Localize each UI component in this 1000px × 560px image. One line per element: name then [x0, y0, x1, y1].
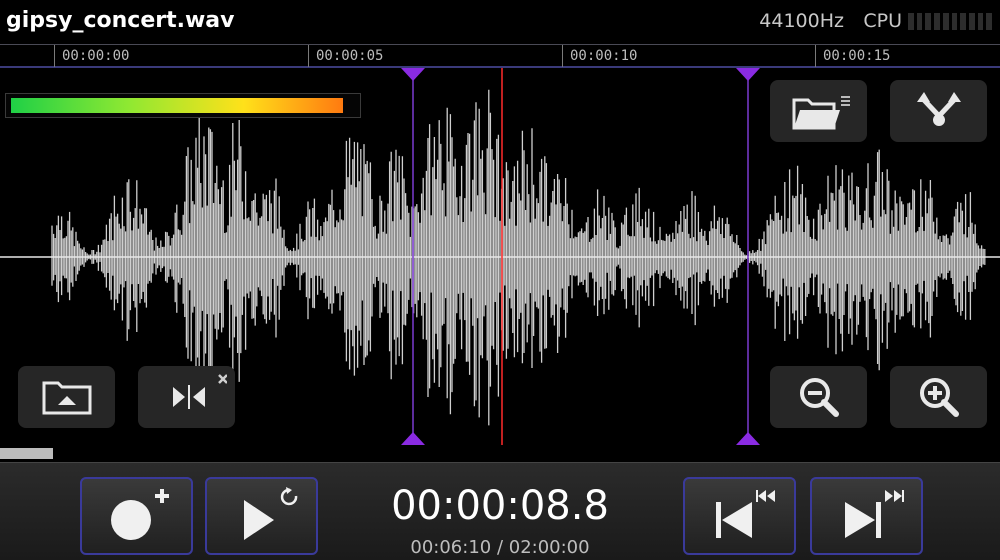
play-loop-icon — [243, 487, 297, 540]
timeline-tick-label: 00:00:10 — [570, 48, 638, 64]
timeline-tick — [815, 45, 816, 67]
sample-rate-label: 44100Hz — [759, 10, 844, 32]
share-button[interactable] — [890, 80, 987, 142]
timeline-tick — [54, 45, 55, 67]
current-time: 00:00:08.8 — [391, 483, 609, 529]
waveform-scrollbar[interactable] — [0, 446, 1000, 462]
selection-start-handle-top[interactable] — [401, 68, 425, 81]
timeline-ruler[interactable]: 00:00:00 00:00:05 00:00:10 00:00:15 — [0, 44, 1000, 68]
zoom-out-button[interactable] — [770, 366, 867, 428]
timeline-tick-label: 00:00:05 — [316, 48, 384, 64]
timeline-tick-label: 00:00:00 — [62, 48, 130, 64]
folder-menu-icon — [792, 96, 850, 130]
transport-bar: 00:00:08.8 00:06:10 / 02:00:00 — [0, 462, 1000, 560]
selection-end-handle-bottom[interactable] — [736, 432, 760, 445]
split-button[interactable] — [138, 366, 235, 428]
zoom-in-icon — [919, 378, 959, 417]
position-total-time: 00:06:10 / 02:00:00 — [410, 537, 590, 558]
input-level-meter — [5, 93, 361, 118]
timeline-tick — [308, 45, 309, 67]
skip-to-end-icon — [844, 490, 904, 538]
skip-to-start-button[interactable] — [683, 477, 796, 555]
import-button[interactable] — [18, 366, 115, 428]
zoom-in-button[interactable] — [890, 366, 987, 428]
selection-end-handle-top[interactable] — [736, 68, 760, 81]
play-button[interactable] — [205, 477, 318, 555]
open-file-button[interactable] — [770, 80, 867, 142]
file-title: gipsy_concert.wav — [6, 8, 235, 33]
split-icon — [172, 374, 227, 409]
record-button[interactable] — [80, 477, 193, 555]
cpu-meter — [908, 13, 993, 30]
title-bar: gipsy_concert.wav 44100Hz CPU — [0, 0, 1000, 44]
zoom-out-icon — [799, 378, 839, 417]
skip-to-end-button[interactable] — [810, 477, 923, 555]
scrollbar-thumb[interactable] — [0, 448, 53, 459]
timeline-tick — [562, 45, 563, 67]
share-icon — [916, 92, 961, 126]
selection-start-handle-bottom[interactable] — [401, 432, 425, 445]
cpu-label: CPU — [863, 10, 902, 32]
record-icon — [110, 489, 169, 540]
folder-upload-icon — [42, 381, 91, 415]
timeline-tick-label: 00:00:15 — [823, 48, 891, 64]
skip-to-start-icon — [715, 490, 775, 538]
input-level-fill — [11, 98, 343, 113]
